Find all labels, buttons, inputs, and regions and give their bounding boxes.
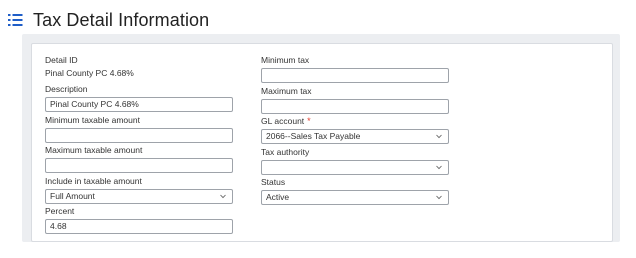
tax-authority-label: Tax authority bbox=[261, 146, 310, 157]
gl-account-label-text: GL account bbox=[261, 116, 305, 126]
status-value: Active bbox=[266, 192, 290, 202]
percent-input[interactable]: 4.68 bbox=[45, 219, 233, 234]
form-container: Detail ID Pinal County PC 4.68% Descript… bbox=[22, 34, 620, 242]
percent-label: Percent bbox=[45, 206, 75, 216]
status-label: Status bbox=[261, 177, 286, 187]
status-select[interactable]: Active bbox=[261, 190, 449, 205]
include-taxable-label: Include in taxable amount bbox=[45, 175, 142, 186]
gl-account-field: GL account * 2066--Sales Tax Payable bbox=[261, 116, 451, 147]
left-column: Detail ID Pinal County PC 4.68% Descript… bbox=[45, 55, 235, 237]
gl-account-value: 2066--Sales Tax Payable bbox=[266, 131, 361, 141]
chevron-down-icon bbox=[436, 165, 442, 169]
tax-authority-field: Tax authority bbox=[261, 147, 451, 178]
tax-detail-panel: Detail ID Pinal County PC 4.68% Descript… bbox=[31, 43, 613, 242]
detail-id-field: Detail ID Pinal County PC 4.68% bbox=[45, 55, 235, 84]
description-input[interactable]: Pinal County PC 4.68% bbox=[45, 97, 233, 112]
min-taxable-field: Minimum taxable amount bbox=[45, 115, 235, 146]
min-tax-field: Minimum tax bbox=[261, 55, 451, 86]
detail-id-value: Pinal County PC 4.68% bbox=[45, 68, 134, 78]
min-tax-input[interactable] bbox=[261, 68, 449, 83]
description-field: Description Pinal County PC 4.68% bbox=[45, 84, 235, 115]
include-taxable-select[interactable]: Full Amount bbox=[45, 188, 233, 204]
tax-authority-select[interactable] bbox=[261, 159, 449, 175]
max-tax-label: Maximum tax bbox=[261, 85, 312, 96]
chevron-down-icon bbox=[436, 195, 442, 200]
right-column: Minimum tax Maximum tax GL account * 206… bbox=[261, 55, 451, 208]
max-tax-field: Maximum tax bbox=[261, 86, 451, 117]
page-title: Tax Detail Information bbox=[33, 9, 210, 30]
include-taxable-field: Include in taxable amount Full Amount bbox=[45, 176, 235, 207]
chevron-down-icon bbox=[436, 134, 442, 139]
min-tax-label: Minimum tax bbox=[261, 55, 310, 65]
detail-id-label: Detail ID bbox=[45, 55, 78, 65]
list-icon bbox=[8, 14, 23, 26]
gl-account-label: GL account * bbox=[261, 116, 451, 127]
min-taxable-input[interactable] bbox=[45, 127, 233, 143]
max-taxable-field: Maximum taxable amount bbox=[45, 145, 235, 176]
page-header: Tax Detail Information bbox=[8, 10, 209, 30]
gl-account-select[interactable]: 2066--Sales Tax Payable bbox=[261, 129, 449, 144]
description-label: Description bbox=[45, 84, 88, 94]
percent-field: Percent 4.68 bbox=[45, 206, 235, 237]
include-taxable-value: Full Amount bbox=[50, 190, 95, 201]
min-taxable-label: Minimum taxable amount bbox=[45, 114, 140, 125]
status-field: Status Active bbox=[261, 177, 451, 208]
chevron-down-icon bbox=[220, 194, 226, 198]
max-taxable-label: Maximum taxable amount bbox=[45, 145, 143, 155]
max-tax-input[interactable] bbox=[261, 98, 449, 114]
max-taxable-input[interactable] bbox=[45, 158, 233, 173]
required-marker: * bbox=[307, 116, 311, 126]
